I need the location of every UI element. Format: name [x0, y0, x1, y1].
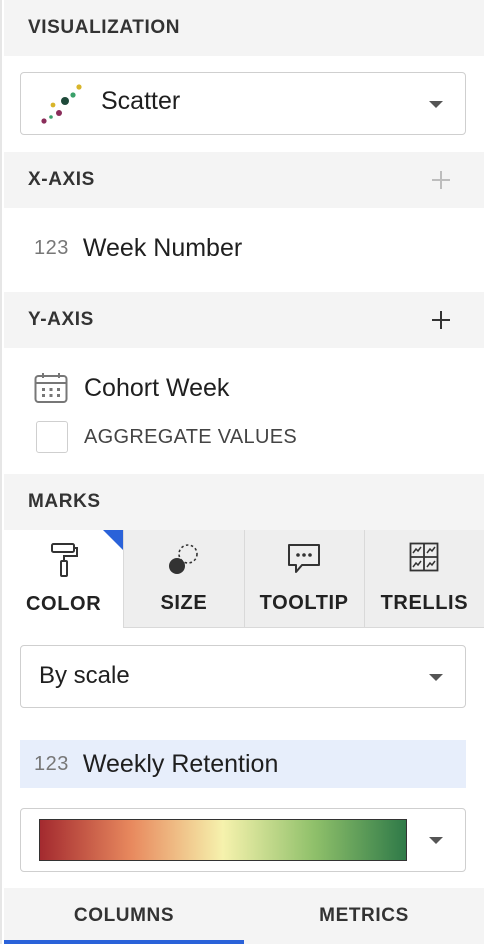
x-axis-header: X-AXIS — [4, 152, 484, 208]
tab-trellis-label: TRELLIS — [380, 592, 469, 614]
scatter-chart-icon — [39, 83, 83, 125]
marks-tabs: COLOR SIZE TOOLTIP TRELLIS — [4, 530, 484, 628]
chevron-down-icon — [429, 837, 443, 844]
tab-tooltip[interactable]: TOOLTIP — [243, 530, 364, 628]
tab-color-label: COLOR — [26, 593, 102, 615]
x-axis-field-label: Week Number — [82, 233, 243, 262]
tab-columns-label: COLUMNS — [73, 905, 175, 926]
y-axis-field-label: Cohort Week — [84, 373, 230, 402]
marks-header: MARKS — [4, 474, 484, 530]
chevron-down-icon — [429, 673, 443, 681]
aggregate-values-label: AGGREGATE VALUES — [84, 425, 298, 448]
visualization-type-label: Scatter — [101, 87, 181, 115]
size-circles-icon — [166, 542, 202, 584]
tab-trellis[interactable]: TRELLIS — [363, 530, 484, 628]
aggregate-values-checkbox[interactable] — [36, 421, 68, 453]
tab-metrics-label: METRICS — [319, 905, 409, 926]
tab-size-label: SIZE — [160, 592, 208, 614]
active-indicator — [103, 530, 124, 550]
chevron-down-icon — [429, 100, 443, 108]
y-axis-title: Y-AXIS — [28, 309, 94, 330]
color-scale-gradient — [39, 819, 407, 861]
color-mode-dropdown[interactable]: By scale — [20, 645, 466, 708]
calendar-icon — [34, 372, 68, 404]
chart-config-panel: VISUALIZATION Scatter X-AXIS 123 Week Nu… — [0, 0, 484, 944]
add-y-axis-icon[interactable] — [432, 311, 450, 329]
number-type-icon: 123 — [34, 236, 69, 259]
tab-color[interactable]: COLOR — [4, 530, 124, 628]
y-axis-header: Y-AXIS — [4, 292, 484, 348]
aggregate-values-option: AGGREGATE VALUES — [36, 421, 297, 453]
visualization-header: VISUALIZATION — [4, 0, 484, 56]
marks-title: MARKS — [28, 491, 101, 512]
tab-columns[interactable]: COLUMNS — [4, 888, 244, 944]
number-type-icon: 123 — [34, 752, 69, 775]
trellis-grid-icon — [409, 542, 439, 578]
color-field-label: Weekly Retention — [82, 749, 279, 778]
color-mode-label: By scale — [39, 662, 130, 689]
color-scale-dropdown[interactable] — [20, 808, 466, 872]
x-axis-title: X-AXIS — [28, 169, 95, 190]
visualization-title: VISUALIZATION — [28, 17, 181, 38]
visualization-type-dropdown[interactable]: Scatter — [20, 72, 466, 135]
tooltip-bubble-icon — [286, 542, 322, 582]
tab-metrics[interactable]: METRICS — [244, 888, 484, 944]
x-axis-field[interactable]: 123 Week Number — [4, 222, 484, 274]
add-x-axis-icon[interactable] — [432, 171, 450, 189]
y-axis-field[interactable]: Cohort Week — [4, 364, 484, 412]
color-field[interactable]: 123 Weekly Retention — [20, 740, 466, 788]
paint-roller-icon — [49, 542, 79, 584]
panel-bottom-tabs: COLUMNS METRICS — [4, 888, 484, 944]
tab-size[interactable]: SIZE — [123, 530, 244, 628]
tab-tooltip-label: TOOLTIP — [259, 592, 349, 614]
